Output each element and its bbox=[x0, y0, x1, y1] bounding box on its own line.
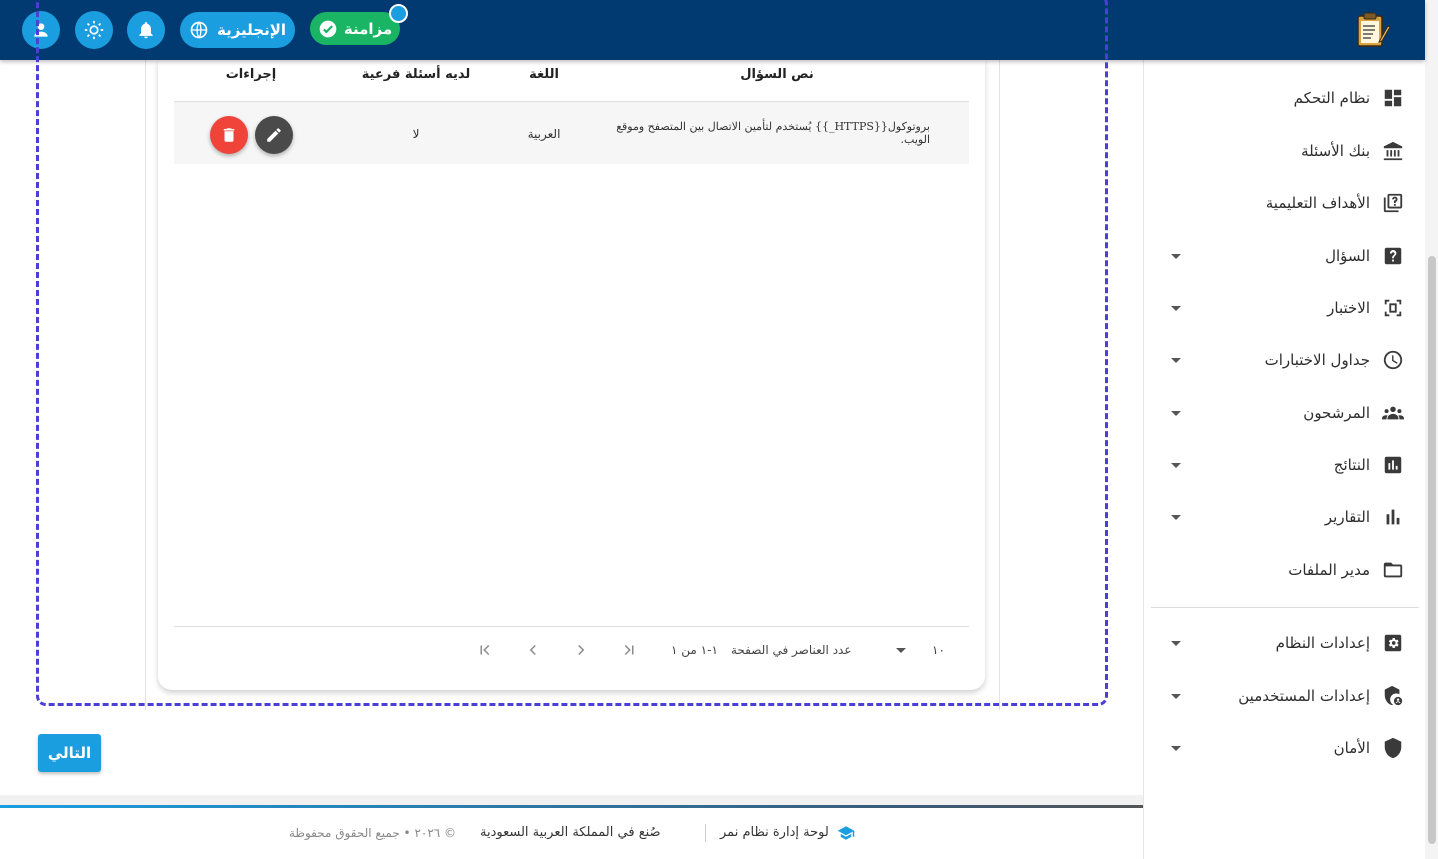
sidebar-item-exam[interactable]: الاختبار bbox=[1144, 288, 1426, 328]
bell-icon bbox=[139, 22, 153, 39]
sidebar: نظام التحكم بنك الأسئلة الأهداف التعليمي… bbox=[1143, 60, 1425, 859]
content-bottom-strip bbox=[0, 795, 1143, 805]
profile-button[interactable] bbox=[22, 11, 60, 49]
globe-icon bbox=[190, 21, 208, 39]
items-per-page-label: عدد العناصر في الصفحة bbox=[731, 643, 852, 657]
next-button[interactable]: التالي bbox=[38, 734, 101, 772]
sync-label: مزامنة bbox=[343, 19, 393, 38]
chevron-down-icon[interactable] bbox=[1171, 745, 1181, 751]
sidebar-item-system-settings[interactable]: إعدادات النظام bbox=[1144, 623, 1426, 663]
bar-chart-icon bbox=[1382, 506, 1404, 528]
last-page-icon[interactable] bbox=[620, 641, 638, 659]
sidebar-item-exam-schedules[interactable]: جداول الاختبارات bbox=[1144, 340, 1426, 380]
sidebar-item-candidates[interactable]: المرشحون bbox=[1144, 393, 1426, 433]
chevron-down-icon[interactable] bbox=[1171, 514, 1181, 520]
language-cell: العربية bbox=[527, 127, 561, 141]
language-label: الإنجليزية bbox=[216, 21, 287, 39]
sidebar-item-label: جداول الاختبارات bbox=[1264, 351, 1370, 369]
header-question-text[interactable]: نص السؤال bbox=[740, 67, 814, 82]
sidebar-divider bbox=[1151, 607, 1419, 608]
sidebar-item-learning-objectives[interactable]: الأهداف التعليمية bbox=[1144, 183, 1426, 223]
dashboard-icon bbox=[1382, 87, 1404, 109]
footer-made-in: صُنع في المملكة العربية السعودية bbox=[480, 825, 661, 840]
sidebar-item-question[interactable]: السؤال bbox=[1144, 236, 1426, 276]
footer-copyright: © ٢٠٢٦ • جميع الحقوق محفوظة bbox=[289, 826, 457, 840]
chevron-down-icon[interactable] bbox=[1171, 305, 1181, 311]
exam-icon bbox=[1382, 297, 1404, 319]
question-icon bbox=[1382, 245, 1404, 267]
sidebar-item-reports[interactable]: التقارير bbox=[1144, 497, 1426, 537]
bank-icon bbox=[1382, 140, 1404, 162]
previous-page-icon[interactable] bbox=[524, 641, 542, 659]
sidebar-item-user-settings[interactable]: إعدادات المستخدمين bbox=[1144, 676, 1426, 716]
sun-icon bbox=[84, 20, 104, 40]
chevron-down-icon[interactable] bbox=[1171, 462, 1181, 468]
footer-separator bbox=[705, 824, 706, 842]
chevron-down-icon[interactable] bbox=[896, 648, 906, 653]
sidebar-item-label: بنك الأسئلة bbox=[1301, 142, 1370, 160]
sidebar-item-label: النتائج bbox=[1333, 456, 1370, 474]
sidebar-item-label: الاختبار bbox=[1327, 299, 1370, 317]
items-per-page-select[interactable]: ١٠ bbox=[932, 643, 945, 657]
people-icon bbox=[1382, 402, 1404, 424]
theme-toggle-button[interactable] bbox=[75, 11, 113, 49]
sidebar-item-question-bank[interactable]: بنك الأسئلة bbox=[1144, 131, 1426, 171]
has-subquestions-cell: لا bbox=[412, 127, 420, 141]
footer: لوحة إدارة نظام نمر صُنع في المملكة العر… bbox=[0, 808, 1143, 859]
chevron-down-icon[interactable] bbox=[1171, 693, 1181, 699]
sidebar-item-label: إعدادات النظام bbox=[1275, 634, 1370, 652]
sidebar-item-results[interactable]: النتائج bbox=[1144, 445, 1426, 485]
sidebar-item-label: المرشحون bbox=[1303, 404, 1370, 422]
sidebar-item-label: الأهداف التعليمية bbox=[1265, 194, 1370, 212]
check-circle-icon bbox=[319, 20, 337, 37]
sidebar-item-label: الأمان bbox=[1333, 739, 1370, 757]
notifications-button[interactable] bbox=[127, 11, 165, 49]
question-text-cell: بروتوكول{{HTTPS_}} يُستخدم لتأمين الاتصا… bbox=[616, 120, 930, 146]
poll-icon bbox=[1382, 454, 1404, 476]
chevron-down-icon[interactable] bbox=[1171, 253, 1181, 259]
sidebar-item-file-manager[interactable]: مدير الملفات bbox=[1144, 550, 1426, 590]
book-question-icon bbox=[1382, 192, 1404, 214]
sidebar-item-label: نظام التحكم bbox=[1293, 89, 1370, 107]
sidebar-item-label: إعدادات المستخدمين bbox=[1238, 687, 1370, 705]
first-page-icon[interactable] bbox=[476, 641, 494, 659]
sidebar-item-dashboard[interactable]: نظام التحكم bbox=[1144, 78, 1426, 118]
header-language[interactable]: اللغة bbox=[529, 67, 559, 82]
pagination-divider bbox=[174, 626, 969, 627]
sidebar-item-security[interactable]: الأمان bbox=[1144, 728, 1426, 768]
top-bar: الإنجليزية مزامنة bbox=[0, 0, 1425, 60]
shield-icon bbox=[1382, 737, 1404, 759]
delete-button[interactable] bbox=[210, 116, 248, 154]
graduation-cap-icon bbox=[837, 826, 855, 840]
chevron-down-icon[interactable] bbox=[1171, 357, 1181, 363]
chevron-down-icon[interactable] bbox=[1171, 640, 1181, 646]
next-page-icon[interactable] bbox=[572, 641, 590, 659]
language-button[interactable]: الإنجليزية bbox=[180, 12, 295, 48]
sidebar-item-label: التقارير bbox=[1324, 508, 1370, 526]
edit-button[interactable] bbox=[255, 116, 293, 154]
pencil-icon bbox=[267, 128, 281, 142]
folder-icon bbox=[1382, 559, 1404, 581]
sync-button[interactable]: مزامنة bbox=[310, 12, 400, 45]
header-has-subquestions[interactable]: لديه أسئلة فرعية bbox=[362, 67, 471, 82]
sync-status-dot bbox=[389, 4, 408, 23]
footer-brand[interactable]: لوحة إدارة نظام نمر bbox=[720, 825, 829, 840]
settings-icon bbox=[1382, 632, 1404, 654]
user-shield-icon bbox=[1382, 685, 1404, 707]
header-actions: إجراءات bbox=[225, 67, 277, 82]
pagination-range: ١-١ من ١ bbox=[671, 643, 718, 657]
clock-icon bbox=[1382, 349, 1404, 371]
scrollbar-thumb[interactable] bbox=[1428, 256, 1436, 844]
exam-logo-icon[interactable] bbox=[1352, 10, 1392, 50]
user-icon bbox=[34, 23, 48, 37]
trash-icon bbox=[223, 128, 235, 142]
sidebar-item-label: مدير الملفات bbox=[1288, 561, 1370, 579]
sidebar-item-label: السؤال bbox=[1325, 247, 1370, 265]
chevron-down-icon[interactable] bbox=[1171, 410, 1181, 416]
